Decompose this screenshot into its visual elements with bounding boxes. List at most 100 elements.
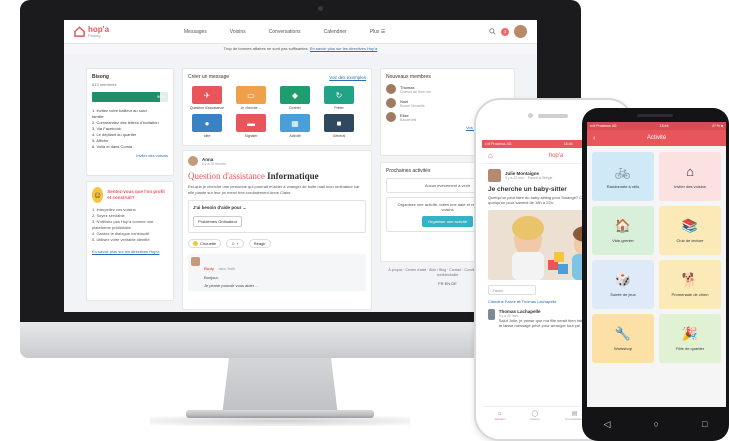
app-logo[interactable]: hop'a Pairing xyxy=(74,25,109,38)
iphone-speaker xyxy=(538,114,568,118)
member-avatar xyxy=(386,112,396,122)
nav-plus[interactable]: Plus ☰ xyxy=(370,29,386,35)
nav-voisins[interactable]: Voisins xyxy=(230,29,246,35)
activity-tile[interactable]: 🚲 Randonnée à vélo xyxy=(592,152,654,201)
nav-messages[interactable]: Messages xyxy=(184,29,207,35)
nav-calendrier[interactable]: Calendrier xyxy=(324,29,347,35)
android-device: •••ll Proximus 4G 15:44 47 % ■ ‹ Activit… xyxy=(582,108,729,441)
author-avatar[interactable] xyxy=(188,156,198,166)
create-tile[interactable]: ▬ Signaler xyxy=(232,114,270,138)
member-info: Elise Baudevelli xyxy=(400,113,416,122)
member-avatar xyxy=(386,98,396,108)
examples-link[interactable]: Voir des exemples xyxy=(329,75,366,80)
activity-label: Vide-grenier xyxy=(612,238,634,243)
activity-tile[interactable]: ⌂ Inviter des voisins xyxy=(659,152,721,201)
liked-person-2[interactable]: Thomas Lachapelle xyxy=(522,299,557,304)
tile-label: Question d'assistance xyxy=(189,106,225,110)
iphone-camera xyxy=(528,113,533,118)
activity-tile[interactable]: 🐕 Promenade de chien xyxy=(659,260,721,309)
group-title: Bisong xyxy=(92,74,109,80)
group-progress: 90% xyxy=(92,92,168,102)
android-clock: 15:44 xyxy=(659,124,669,128)
activity-label: Soirée de jeux xyxy=(610,292,636,297)
group-members: 813 membres xyxy=(92,82,117,87)
add-reaction-button[interactable]: ☺ + xyxy=(226,239,244,248)
invite-step: 6. Voilà et dans Comia xyxy=(92,144,133,149)
help-tag-button[interactable]: Problèmes Ordinateur xyxy=(193,216,243,227)
create-tile[interactable]: ■ Général xyxy=(320,114,358,138)
activity-label: Inviter des voisins xyxy=(674,184,706,189)
desktop-header: hop'a Pairing Messages Voisins Conversat… xyxy=(64,20,537,44)
activity-icon: ⌂ xyxy=(686,164,694,179)
notification-badge[interactable]: 3 xyxy=(501,27,509,36)
ios-post-meta: Il y a 22 min. · Passé la Brégle xyxy=(505,176,553,180)
create-tile[interactable]: ↻ Prêter xyxy=(320,86,358,110)
android-battery: 47 % ■ xyxy=(711,124,723,128)
carrier: •••ll Proximus 4G xyxy=(485,142,512,146)
reply-button[interactable]: Réagir xyxy=(248,239,271,248)
activity-icon: 📚 xyxy=(681,218,699,233)
help-question: J'ai besoin d'aide pour ... xyxy=(193,205,247,210)
tab-accueil[interactable]: ⌂ Accueil xyxy=(495,411,505,421)
nav-conversations[interactable]: Conversations xyxy=(269,29,301,35)
tile-label: Prêter xyxy=(334,106,344,110)
liked-connector: et xyxy=(517,299,521,304)
activity-tile[interactable]: 🎲 Soirée de jeux xyxy=(592,260,654,309)
new-members-title: Nouveaux membres xyxy=(386,74,431,80)
info-bar: Trop de bonnes affaires ne sont pas suff… xyxy=(64,44,537,54)
nav-home-icon[interactable]: ○ xyxy=(654,419,659,429)
tile-icon: ▭ xyxy=(236,86,266,104)
like-field[interactable]: J'aime xyxy=(488,285,536,295)
imac-shadow xyxy=(150,416,410,426)
comment-text: Bonjour, xyxy=(204,275,219,280)
top-nav: Messages Voisins Conversations Calendrie… xyxy=(184,29,385,35)
create-tile[interactable]: ● Idée xyxy=(188,114,226,138)
activity-tile[interactable]: 🎉 Fête de quartier xyxy=(659,314,721,363)
nav-recents-icon[interactable]: □ xyxy=(702,419,707,429)
android-speaker xyxy=(637,114,673,117)
tile-icon: ✈ xyxy=(192,86,222,104)
reaction-chouette[interactable]: Chouette xyxy=(188,239,222,248)
member-row[interactable]: Thomas Chemin de Sem rue xyxy=(386,84,509,94)
member-location: Chemin de Sem rue xyxy=(400,89,432,94)
activity-tile[interactable]: 🔧 Workshop xyxy=(592,314,654,363)
ios-commenter-avatar[interactable] xyxy=(488,309,495,320)
tile-label: Activité xyxy=(289,134,301,138)
invite-link[interactable]: Inviter des voisins xyxy=(92,153,168,158)
search-icon[interactable] xyxy=(489,28,496,35)
create-tile[interactable]: ◆ Donner xyxy=(276,86,314,110)
android-app-title: Activité xyxy=(646,135,667,141)
tile-label: Signaler xyxy=(244,134,258,138)
desktop-body: Bisong 813 membres 90% 1. Invitez votre … xyxy=(86,64,515,312)
android-app-bar: ‹ Activité xyxy=(587,130,726,146)
info-link[interactable]: En savoir plus sur les directives Hop'a xyxy=(310,46,377,51)
activity-tile[interactable]: 🏠 Vide-grenier xyxy=(592,206,654,255)
tile-label: Idée xyxy=(203,134,211,138)
ios-author-avatar[interactable] xyxy=(488,169,501,182)
tile-icon: ▦ xyxy=(280,114,310,132)
create-tile[interactable]: ▦ Activité xyxy=(276,114,314,138)
organize-activity-button[interactable]: Organiser une activité xyxy=(422,216,473,227)
android-nav-bar: ◁ ○ □ xyxy=(582,407,729,441)
create-tile[interactable]: ▭ Je cherche ... xyxy=(232,86,270,110)
activity-label: Randonnée à vélo xyxy=(606,184,640,189)
tips-link[interactable]: En savoir plus sur les directives Hop'a xyxy=(92,249,168,254)
activity-icon: 🎉 xyxy=(681,326,699,341)
member-avatar xyxy=(386,84,396,94)
commenter-name[interactable]: Rudy xyxy=(204,266,214,271)
post-title: Question d'assistance Informatique xyxy=(188,171,366,181)
activity-tile[interactable]: 📚 Club de lecture xyxy=(659,206,721,255)
commenter-avatar[interactable] xyxy=(191,257,200,266)
create-title: Créer un message xyxy=(188,74,230,80)
comment: Rudy dans Tsefe Bonjour, Je pense pouvoi… xyxy=(188,254,366,291)
post-author: Anna Il y a 19 heures xyxy=(188,156,366,166)
nav-back-icon[interactable]: ◁ xyxy=(604,419,611,430)
progress-fill xyxy=(92,92,161,102)
imac-camera xyxy=(318,6,323,11)
create-tile[interactable]: ✈ Question d'assistance xyxy=(188,86,226,110)
activity-label: Promenade de chien xyxy=(671,292,709,297)
tab-voisins[interactable]: ◯ Voisins xyxy=(530,410,540,421)
tab-label: Voisins xyxy=(529,417,540,421)
user-avatar[interactable] xyxy=(514,25,527,38)
liked-person-1[interactable]: Claudine Faivre xyxy=(488,299,516,304)
